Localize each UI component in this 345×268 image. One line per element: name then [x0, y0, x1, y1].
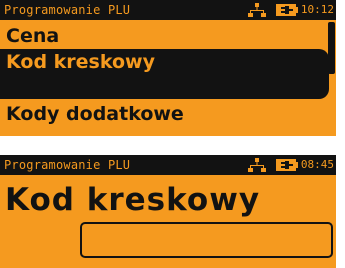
- status-title: Programowanie PLU: [4, 3, 131, 17]
- clock: 10:12: [300, 3, 334, 16]
- battery-plug-icon: [275, 159, 298, 171]
- clock: 08:45: [300, 158, 334, 171]
- barcode-entry-screen: Programowanie PLU 08:45 Kod kreskowy: [0, 155, 336, 268]
- network-icon: [247, 3, 266, 17]
- menu-item-kody-dodatkowe[interactable]: Kody dodatkowe: [6, 102, 184, 126]
- status-indicators: 08:45: [247, 157, 334, 173]
- status-bar: Programowanie PLU 10:12: [0, 0, 336, 20]
- status-title: Programowanie PLU: [4, 158, 131, 172]
- menu-screen: Programowanie PLU 10:12 Cena Kod kreskow…: [0, 0, 336, 136]
- menu-item-cena[interactable]: Cena: [6, 24, 59, 48]
- network-icon: [247, 158, 266, 172]
- barcode-input[interactable]: [80, 222, 333, 258]
- battery-plug-icon: [275, 4, 298, 16]
- selected-item-label: Kod kreskowy: [6, 51, 155, 73]
- page-title: Kod kreskowy: [5, 182, 261, 218]
- menu-item-kod-kreskowy-selected[interactable]: Kod kreskowy: [0, 49, 329, 99]
- scrollbar-thumb[interactable]: [328, 22, 335, 74]
- scrollbar[interactable]: [328, 22, 335, 134]
- status-bar: Programowanie PLU 08:45: [0, 155, 336, 175]
- status-indicators: 10:12: [247, 2, 334, 18]
